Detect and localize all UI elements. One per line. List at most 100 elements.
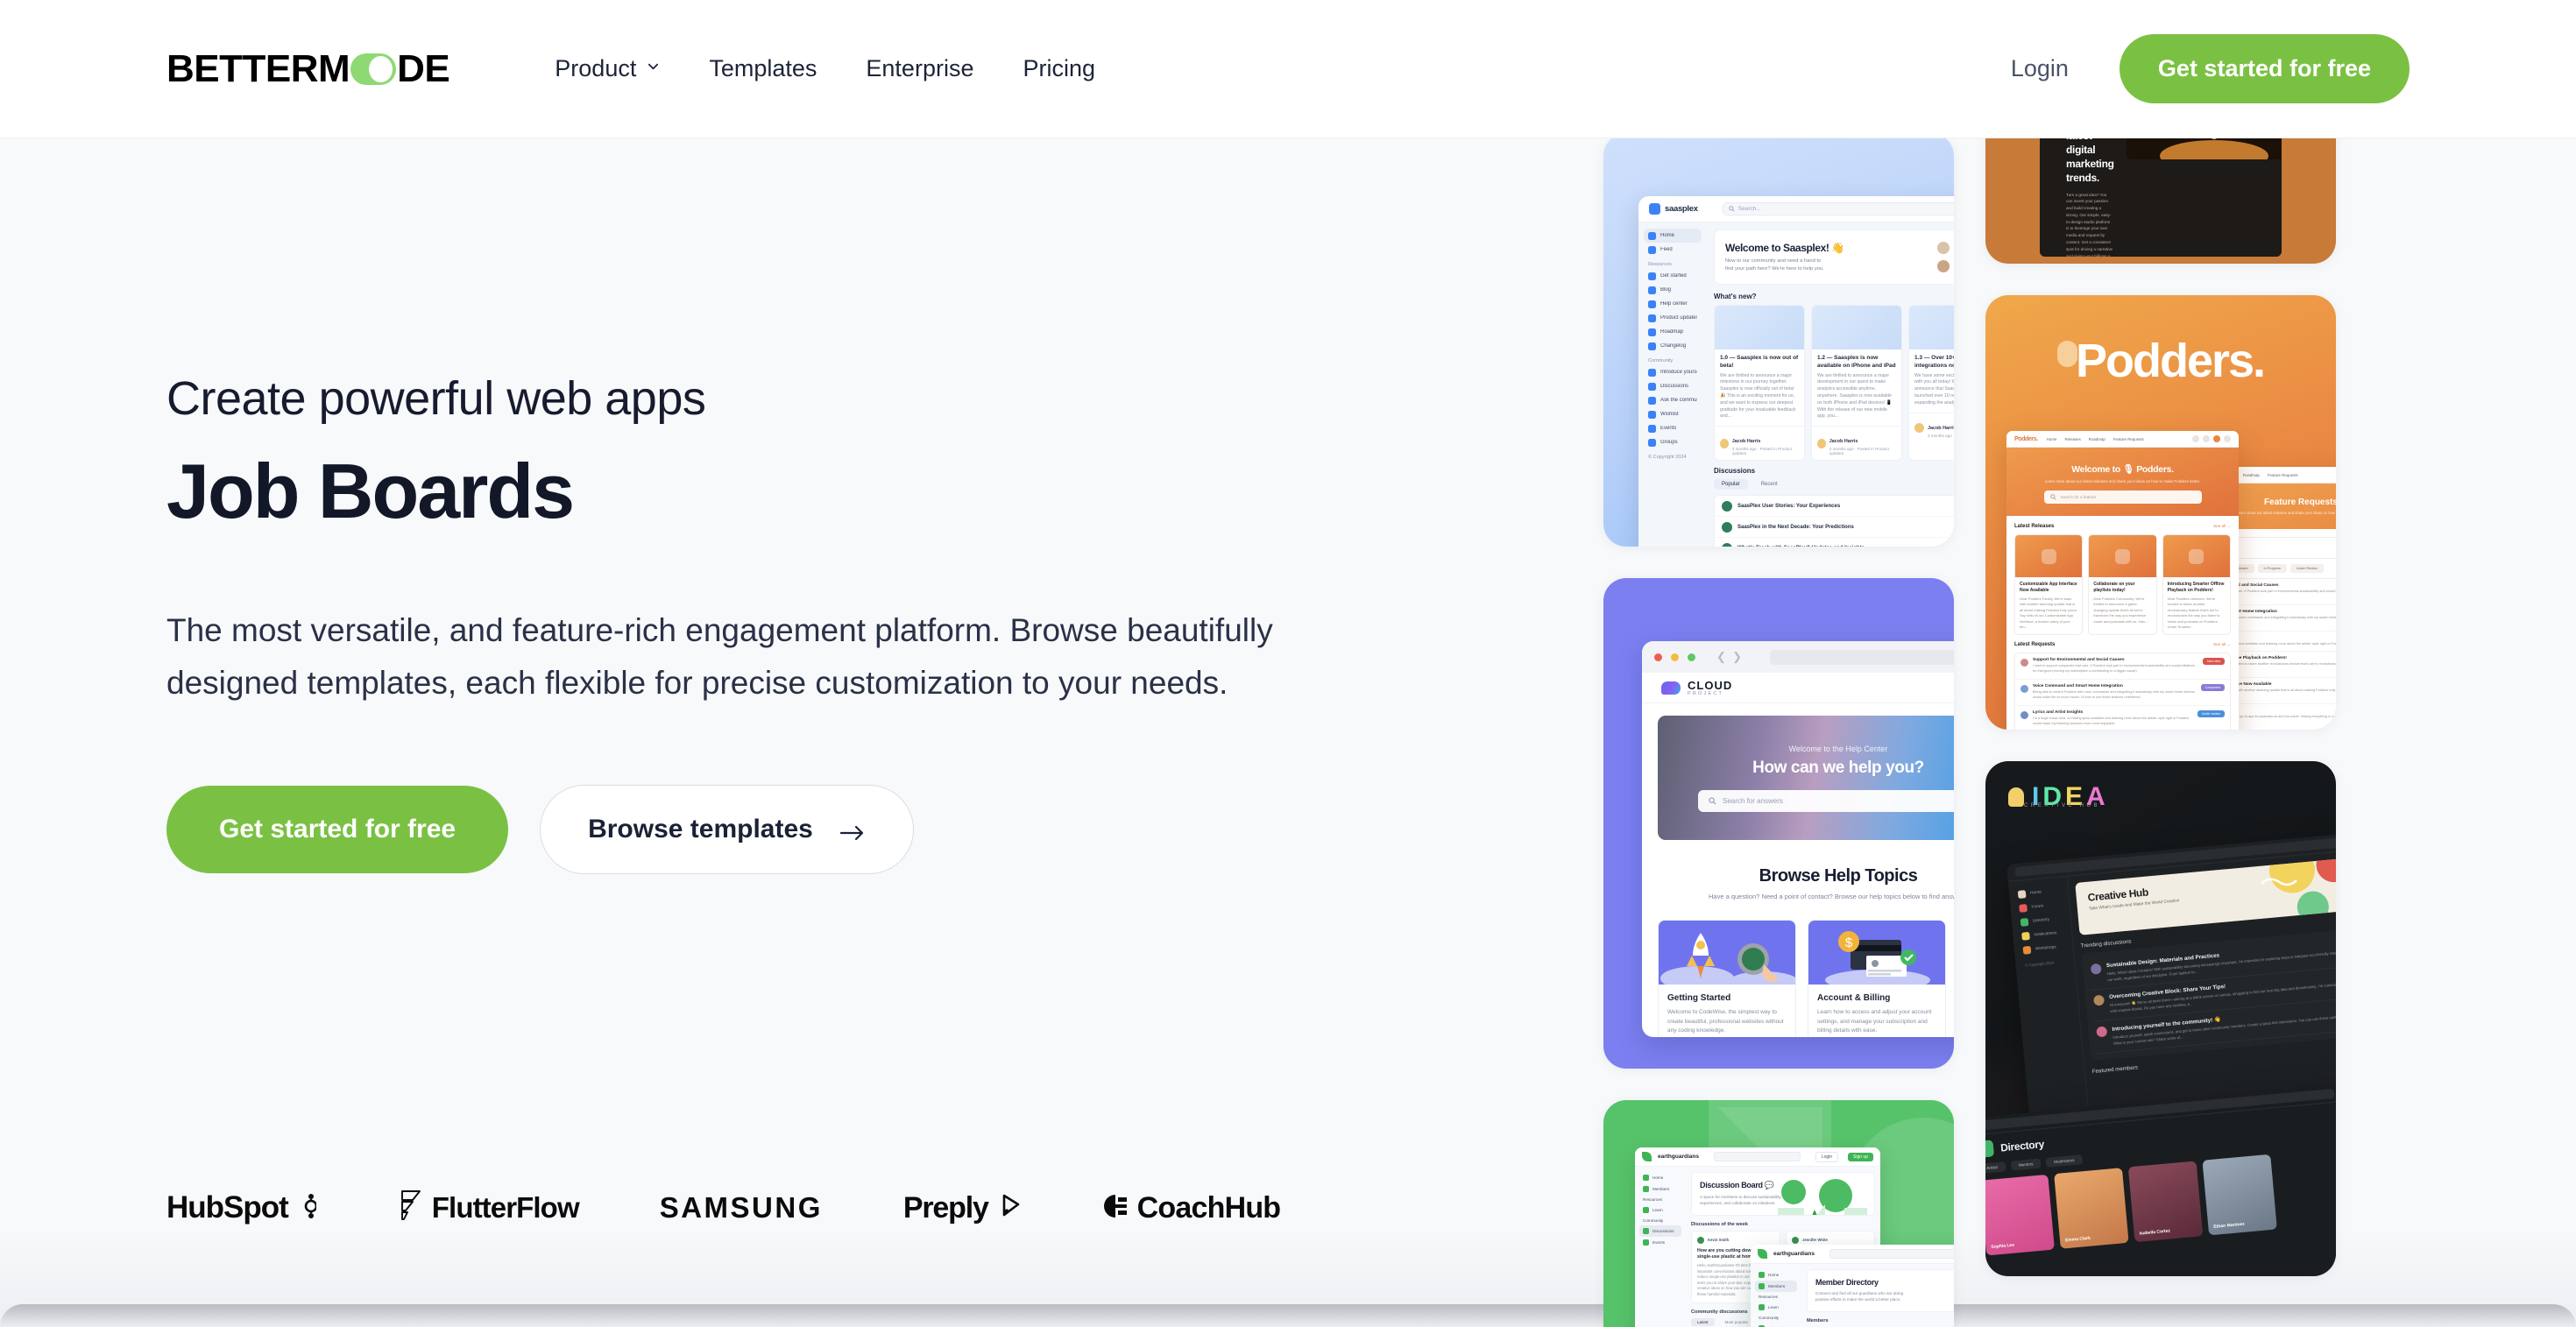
saasplex-sidebar-item[interactable]: Roadmap [1644,325,1702,339]
saasplex-sidebar-item[interactable]: Help center [1644,297,1702,311]
earth-dir-search-input[interactable] [1829,1249,1954,1259]
hero-get-started-button[interactable]: Get started for free [166,785,509,873]
member-card[interactable]: Isabella Cortez [2127,1161,2204,1243]
saasplex-sidebar-item[interactable]: Discussions [1644,379,1702,393]
earth-sidebar-item[interactable]: Events [1639,1237,1681,1248]
nav-item-product[interactable]: Product [555,55,660,82]
podders-see-all-link[interactable]: See all → [2213,524,2231,528]
saasplex-sidebar-item[interactable]: Feed [1644,243,1702,257]
gallery-column-right: Level up your brand with the latest digi… [1985,138,2336,1327]
template-card-idea[interactable]: I D E A CREATIVE HUB Home Forum Director… [1985,761,2336,1276]
podders-requests-see-all[interactable]: See all → [2213,642,2231,646]
saasplex-news-card[interactable]: 1.2 — Saasplex is now available on iPhon… [1811,305,1902,462]
login-link[interactable]: Login [2011,55,2069,82]
cloud-topic-tile[interactable]: $ Account & Billing Learn how to access a… [1808,920,1946,1037]
earth-signup-button[interactable]: Sign up [1848,1152,1873,1161]
template-card-podders[interactable]: Podders. Podders. Home Releases Roadmap … [1985,295,2336,730]
nav-requests[interactable]: Feature Requests [2268,473,2298,477]
earth-sidebar-item[interactable]: Home [1639,1172,1681,1183]
saasplex-sidebar-item[interactable]: Events [1644,421,1702,435]
filter-tag[interactable]: Under Review [2289,564,2324,573]
earth-dir-sidebar-item[interactable]: Home [1755,1269,1797,1281]
saasplex-news-card[interactable]: 1.3 — Over 10+ new integrations now live… [1908,305,1954,462]
member-card[interactable]: Sophia Lee [1985,1174,2055,1256]
earth-sidebar-item[interactable]: Discussions [1639,1225,1681,1237]
news-body: We have some exciting news to share with… [1914,372,1954,406]
item-icon [1648,410,1656,419]
nav-item-templates[interactable]: Templates [709,55,817,82]
item-icon [2022,945,2032,955]
earth-search-input[interactable] [1713,1152,1801,1161]
earth-sidebar-item[interactable]: Members [1639,1183,1681,1195]
member-card[interactable]: Emma Clark [2054,1168,2129,1249]
saasplex-search-input[interactable]: Search... [1722,202,1954,215]
brand-logo[interactable]: BETTERM DE [166,49,450,88]
tab-popular[interactable]: Popular [1714,479,1748,491]
header-get-started-button[interactable]: Get started for free [2119,34,2410,103]
saasplex-sidebar-item[interactable]: Wishlist [1644,407,1702,421]
request-row[interactable]: Lyrics and Artist InsightsI'm a huge mus… [2015,706,2230,730]
item-icon [2020,917,2029,927]
news-author: Jacob Harris [1829,439,1858,445]
template-card-saasplex[interactable]: saasplex Search... Log in Home Feed Reso… [1603,138,1954,547]
release-card[interactable]: Collaborate on your playlists today! Dear… [2088,534,2157,636]
label: Discussions [1652,1229,1674,1233]
cloud-topic-tile[interactable]: Getting Started Welcome to CodeWise, the … [1658,920,1796,1037]
earth-dir-sidebar-item[interactable]: Learn [1755,1302,1797,1313]
nav-roadmap[interactable]: Roadmap [2089,437,2105,441]
preply-icon [997,1192,1022,1225]
member-card[interactable]: Ethan Martinez [2202,1154,2277,1236]
earth-dir-sidebar-item[interactable]: Discussions [1755,1323,1797,1327]
discussion-row[interactable]: SaasPlex User Stories: Your Experiences♡… [1715,496,1954,518]
avatar [1936,259,1950,273]
saasplex-sidebar-item[interactable]: Blog [1644,283,1702,297]
saasplex-sidebar-item[interactable]: Groups [1644,435,1702,449]
release-card[interactable]: Customizable App Interface Now Available… [2014,534,2084,636]
discussion-row[interactable]: SaasPlex in the Next Decade: Your Predic… [1715,517,1954,539]
saasplex-brand: saasplex [1649,203,1698,215]
browse-templates-button[interactable]: Browse templates [540,784,914,874]
chevron-down-icon [647,60,660,73]
menu-icon[interactable] [2224,435,2231,442]
template-card-cloud-project[interactable]: ❮ ❯ CLOUD PROJECT Welcome to the Help Ce… [1603,578,1954,1069]
template-card-events[interactable]: Level up your brand with the latest digi… [1985,138,2336,264]
tab-latest[interactable]: Latest [1691,1318,1715,1327]
tab-recent[interactable]: Recent [1753,479,1786,490]
saasplex-sidebar-item[interactable]: Product updates [1644,311,1702,325]
earth-sidebar-item[interactable]: Learn [1639,1204,1681,1216]
cloud-search-input[interactable]: Search for answers [1698,789,1954,812]
nav-releases[interactable]: Releases [2064,437,2080,441]
search-icon[interactable] [2192,435,2199,442]
earth-login-button[interactable]: Login [1815,1151,1839,1162]
label: Blog [1660,287,1672,293]
release-card[interactable]: Introducing Smarter Offline Playback on … [2162,534,2231,636]
nav-item-enterprise[interactable]: Enterprise [866,55,973,82]
template-card-earthguardians[interactable]: earthguardians Login Sign up Home Member… [1603,1100,1954,1327]
podders-welcome-sub: Learn more about our latest releases and… [2044,479,2201,484]
saasplex-sidebar-item[interactable]: Home [1644,229,1702,243]
nav-item-pricing[interactable]: Pricing [1023,55,1095,82]
saasplex-sidebar-item[interactable]: Get started [1644,269,1702,283]
podders-search-input[interactable]: Search for a feature [2043,491,2202,504]
tab-popular[interactable]: Most popular [1719,1318,1755,1326]
nav-roadmap[interactable]: Roadmap [2243,473,2260,477]
saasplex-news-card[interactable]: 1.0 — Saasplex is now out of beta! We are… [1714,305,1805,462]
hero-subhead: The most versatile, and feature-rich eng… [166,611,1273,701]
saasplex-sidebar-item[interactable]: Introduce yourself [1644,365,1702,379]
earth-dir-main: Member Directory Connect and find all ou… [1801,1264,1954,1327]
request-row[interactable]: Voice Command and Smart Home Integration… [2015,680,2230,706]
discussion-row[interactable]: What's Fresh with SaasPlex? Updates and … [1715,538,1954,547]
avatar[interactable] [2213,435,2220,442]
bell-icon[interactable] [2203,435,2210,442]
label: Groups [1660,440,1678,445]
filter-tag[interactable]: In Progress [2257,564,2287,573]
nav-home[interactable]: Home [2047,437,2057,441]
browser-url-bar[interactable] [1770,649,1954,665]
saasplex-sidebar-item[interactable]: Changelog [1644,339,1702,353]
close-icon [1654,653,1662,661]
earth-dir-sidebar-item[interactable]: Members [1755,1281,1797,1292]
saasplex-sidebar-item[interactable]: Ask the community [1644,393,1702,407]
request-row[interactable]: Support for Environmental and Social Cau… [2015,653,2230,681]
nav-requests[interactable]: Feature Requests [2113,437,2144,441]
earth-directory-sub: Connect and find all our guardians who a… [1815,1291,1904,1302]
